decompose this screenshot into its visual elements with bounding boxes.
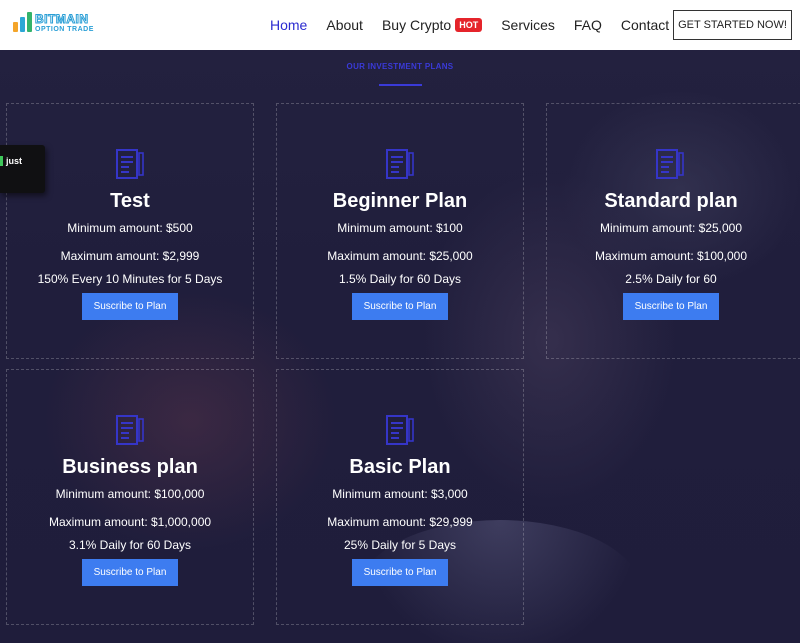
subscribe-button[interactable]: Suscribe to Plan <box>82 293 178 320</box>
plan-max-amount: Maximum amount: $2,999 <box>60 249 200 263</box>
nav-buy-crypto[interactable]: Buy Crypto HOT <box>381 17 483 33</box>
toast-indicator <box>0 156 3 166</box>
document-icon <box>386 415 414 445</box>
document-icon <box>656 149 684 179</box>
plan-min-amount: Minimum amount: $100 <box>337 221 463 235</box>
document-icon <box>386 149 414 179</box>
plan-card-business: Business plan Minimum amount: $100,000 M… <box>6 369 254 625</box>
nav-services[interactable]: Services <box>501 17 555 33</box>
plan-card-beginner: Beginner Plan Minimum amount: $100 Maxim… <box>276 103 524 359</box>
plan-name: Business plan <box>62 456 198 478</box>
plan-name: Test <box>110 190 150 212</box>
section-label: OUR INVESTMENT PLANS <box>346 62 454 71</box>
plan-rate: 1.5% Daily for 60 Days <box>338 272 462 286</box>
subscribe-button[interactable]: Suscribe to Plan <box>352 293 448 320</box>
plan-card-test: Test Minimum amount: $500 Maximum amount… <box>6 103 254 359</box>
plan-min-amount: Minimum amount: $100,000 <box>55 487 205 501</box>
plan-rate: 150% Every 10 Minutes for 5 Days <box>37 272 223 286</box>
plan-min-amount: Minimum amount: $500 <box>67 221 193 235</box>
toast-text: just <box>6 156 23 166</box>
get-started-button[interactable]: GET STARTED NOW! <box>673 10 792 40</box>
plan-max-amount: Maximum amount: $1,000,000 <box>48 515 212 529</box>
plan-min-amount: Minimum amount: $3,000 <box>332 487 468 501</box>
document-icon <box>116 415 144 445</box>
plan-name: Beginner Plan <box>332 190 468 212</box>
plan-name: Basic Plan <box>349 456 451 478</box>
document-icon <box>116 149 144 179</box>
nav-contact[interactable]: Contact <box>621 17 669 33</box>
plan-rate: 25% Daily for 5 Days <box>343 538 457 552</box>
site-header: BITMAIN OPTION TRADE Home About Buy Cryp… <box>0 0 800 50</box>
plan-card-basic: Basic Plan Minimum amount: $3,000 Maximu… <box>276 369 524 625</box>
nav-buy-crypto-label: Buy Crypto <box>381 17 452 33</box>
main-nav: Home About Buy Crypto HOT Services FAQ C… <box>270 17 688 33</box>
notification-toast[interactable]: just <box>0 145 45 193</box>
subscribe-button[interactable]: Suscribe to Plan <box>352 559 448 586</box>
plan-max-amount: Maximum amount: $29,999 <box>327 515 473 529</box>
plan-card-standard: Standard plan Minimum amount: $25,000 Ma… <box>546 103 800 359</box>
section-divider <box>379 84 422 86</box>
plan-name: Standard plan <box>604 190 738 212</box>
subscribe-button[interactable]: Suscribe to Plan <box>623 293 719 320</box>
logo-bars-icon <box>13 12 33 34</box>
nav-home[interactable]: Home <box>270 17 307 33</box>
logo-subtitle: OPTION TRADE <box>35 26 94 33</box>
subscribe-button[interactable]: Suscribe to Plan <box>82 559 178 586</box>
hot-badge: HOT <box>455 18 483 32</box>
nav-about[interactable]: About <box>326 17 363 33</box>
logo-title: BITMAIN <box>35 12 89 26</box>
plan-rate: 2.5% Daily for 60 <box>625 272 717 286</box>
nav-faq[interactable]: FAQ <box>574 17 602 33</box>
plan-max-amount: Maximum amount: $100,000 <box>594 249 748 263</box>
plan-rate: 3.1% Daily for 60 Days <box>68 538 192 552</box>
plan-min-amount: Minimum amount: $25,000 <box>599 221 743 235</box>
plan-max-amount: Maximum amount: $25,000 <box>327 249 473 263</box>
logo[interactable]: BITMAIN OPTION TRADE <box>13 12 94 34</box>
